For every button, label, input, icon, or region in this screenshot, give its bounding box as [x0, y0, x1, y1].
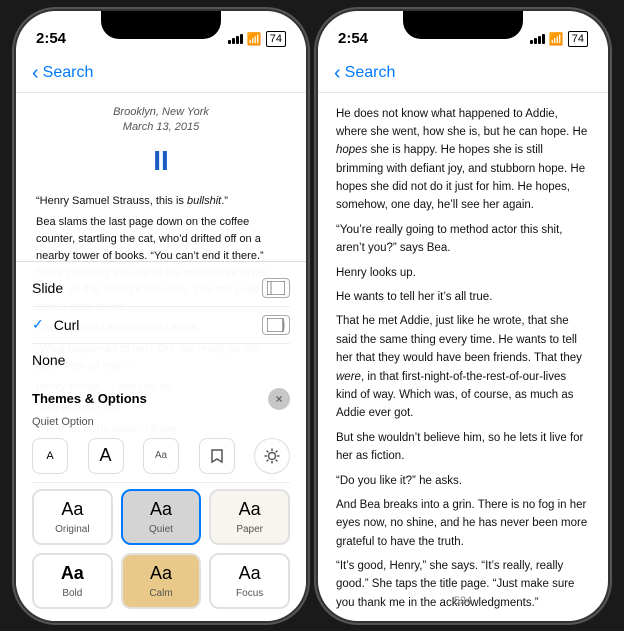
- theme-quiet-sample: Aa: [150, 499, 172, 520]
- back-chevron-right: ‹: [334, 63, 341, 83]
- theme-bold[interactable]: Aa Bold: [32, 553, 113, 609]
- book-title-section: Brooklyn, New YorkMarch 13, 2015 II: [36, 105, 286, 183]
- read-para-1: He does not know what happened to Addie,…: [336, 105, 590, 215]
- quiet-option-label: Quiet Option: [32, 416, 94, 428]
- back-button-right[interactable]: ‹ Search: [334, 63, 395, 83]
- theme-quiet-name: Quiet: [149, 524, 173, 535]
- back-label-right: Search: [345, 64, 396, 82]
- signal-icon: [228, 33, 243, 44]
- read-para-8: And Bea breaks into a grin. There is no …: [336, 496, 590, 551]
- brightness-button[interactable]: [254, 438, 290, 474]
- book-location: Brooklyn, New YorkMarch 13, 2015: [36, 105, 286, 136]
- read-para-3: Henry looks up.: [336, 264, 590, 282]
- theme-paper[interactable]: Aa Paper: [209, 489, 290, 545]
- themes-header: Themes & Options ×: [32, 388, 290, 410]
- slide-options: Slide ✓ Curl None: [16, 262, 306, 382]
- slide-label: Slide: [32, 280, 63, 296]
- right-phone: 2:54 📶 74 ‹ Search He does not know what: [318, 11, 608, 621]
- theme-original-sample: Aa: [61, 499, 83, 520]
- font-small-button[interactable]: A: [32, 438, 68, 474]
- close-button[interactable]: ×: [268, 388, 290, 410]
- back-chevron-left: ‹: [32, 63, 39, 83]
- status-icons-left: 📶 74: [228, 31, 286, 47]
- wifi-icon-right: 📶: [549, 32, 564, 46]
- read-para-7: “Do you like it?” he asks.: [336, 472, 590, 490]
- slide-option-slide[interactable]: Slide: [32, 270, 290, 307]
- left-phone: 2:54 📶 74 ‹ Search Brooklyn, New: [16, 11, 306, 621]
- time-right: 2:54: [338, 30, 368, 47]
- curl-icon: [262, 315, 290, 335]
- read-para-6: But she wouldn’t believe him, so he lets…: [336, 429, 590, 466]
- read-para-5: That he met Addie, just like he wrote, t…: [336, 312, 590, 422]
- read-para-2: “You’re really going to method actor thi…: [336, 221, 590, 258]
- theme-paper-sample: Aa: [239, 499, 261, 520]
- time-left: 2:54: [36, 30, 66, 47]
- theme-bold-name: Bold: [62, 588, 82, 599]
- battery-left: 74: [266, 31, 286, 47]
- font-size-row: A A Aa: [32, 434, 290, 483]
- theme-quiet[interactable]: Aa Quiet: [121, 489, 202, 545]
- curl-checkmark: ✓: [32, 316, 44, 333]
- font-large-button[interactable]: A: [88, 438, 124, 474]
- bookmark-button[interactable]: [199, 438, 235, 474]
- back-button-left[interactable]: ‹ Search: [32, 63, 93, 83]
- wifi-icon: 📶: [247, 32, 262, 46]
- theme-bold-sample: Aa: [61, 563, 84, 584]
- theme-calm[interactable]: Aa Calm: [121, 553, 202, 609]
- reading-content: He does not know what happened to Addie,…: [318, 93, 608, 621]
- book-chapter: II: [36, 139, 286, 182]
- nav-bar-right: ‹ Search: [318, 55, 608, 93]
- page-number: 524: [454, 593, 472, 611]
- themes-title: Themes & Options: [32, 391, 147, 406]
- read-para-10: “What?”: [336, 618, 590, 620]
- themes-subtitle: Quiet Option: [32, 416, 290, 428]
- theme-original[interactable]: Aa Original: [32, 489, 113, 545]
- signal-icon-right: [530, 33, 545, 44]
- theme-focus-name: Focus: [236, 588, 263, 599]
- themes-section: Themes & Options × Quiet Option A A Aa: [16, 382, 306, 621]
- para-1: “Henry Samuel Strauss, this is bullshit.…: [36, 193, 286, 210]
- theme-focus-sample: Aa: [239, 563, 261, 584]
- none-label: None: [32, 352, 65, 368]
- theme-focus[interactable]: Aa Focus: [209, 553, 290, 609]
- notch: [101, 11, 221, 39]
- slide-option-none[interactable]: None: [32, 344, 290, 376]
- notch-right: [403, 11, 523, 39]
- curl-label: Curl: [54, 317, 80, 333]
- font-family-button[interactable]: Aa: [143, 438, 179, 474]
- nav-bar-left: ‹ Search: [16, 55, 306, 93]
- theme-original-name: Original: [55, 524, 89, 535]
- battery-right: 74: [568, 31, 588, 47]
- themes-title-block: Themes & Options: [32, 390, 147, 408]
- status-icons-right: 📶 74: [530, 31, 588, 47]
- slide-option-curl[interactable]: ✓ Curl: [32, 307, 290, 344]
- themes-grid: Aa Original Aa Quiet Aa Paper Aa Bold: [32, 489, 290, 619]
- theme-calm-name: Calm: [149, 588, 172, 599]
- back-label-left: Search: [43, 64, 94, 82]
- theme-calm-sample: Aa: [150, 563, 172, 584]
- theme-paper-name: Paper: [236, 524, 263, 535]
- slide-icon: [262, 278, 290, 298]
- bottom-panel: Slide ✓ Curl None: [16, 261, 306, 621]
- read-para-4: He wants to tell her it’s all true.: [336, 288, 590, 306]
- close-icon: ×: [275, 392, 282, 406]
